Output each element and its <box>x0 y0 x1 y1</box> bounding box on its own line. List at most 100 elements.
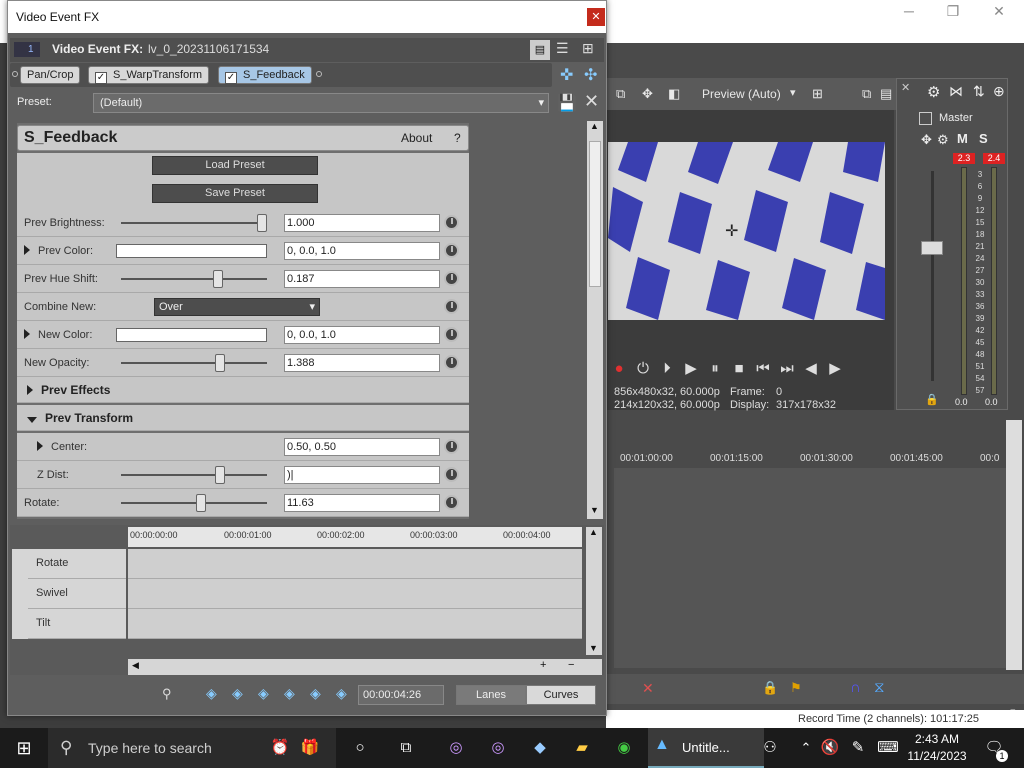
plug-in-chain-icon[interactable]: ✜ <box>560 65 573 85</box>
next-keyframe-icon[interactable]: ◈ <box>258 685 269 702</box>
app-icon-2[interactable]: ◎ <box>486 736 510 760</box>
app-icon-1[interactable]: ◎ <box>444 736 468 760</box>
mixer-options-icon[interactable]: ⊕ <box>993 83 1005 100</box>
record-icon[interactable]: ● <box>610 360 628 378</box>
play-icon[interactable]: ▶ <box>682 360 700 378</box>
minimize-button[interactable]: ─ <box>886 0 932 24</box>
expand-icon[interactable] <box>37 441 43 451</box>
clock-time[interactable]: 2:43 AM <box>913 732 961 746</box>
scroll-up-icon[interactable]: ▲ <box>590 121 599 131</box>
master-checkbox[interactable] <box>919 112 932 125</box>
preview-mode-dropdown[interactable]: Preview (Auto) <box>702 87 781 101</box>
plugin-vscroll[interactable]: ▲ ▼ <box>587 121 603 519</box>
timeline-tracks[interactable] <box>614 468 1006 668</box>
snap-icon[interactable]: ∩ <box>850 679 861 696</box>
slider-thumb[interactable] <box>214 354 225 372</box>
slider-track[interactable] <box>121 278 267 280</box>
animate-clock-icon[interactable] <box>444 299 459 314</box>
task-view-icon[interactable]: ⧉ <box>394 736 418 760</box>
video-preview-image[interactable]: ✛ <box>608 142 885 320</box>
fx-icon[interactable]: ⚙ <box>937 132 949 148</box>
marker-icon[interactable]: ⚑ <box>790 680 802 696</box>
preset-dropdown[interactable]: (Default) ▾ <box>93 93 549 113</box>
scroll-down-icon[interactable]: ▼ <box>590 505 599 515</box>
save-preset-icon[interactable]: 💾 <box>557 93 577 113</box>
cortana-icon[interactable]: ○ <box>348 736 372 760</box>
color-swatch[interactable] <box>116 328 267 342</box>
close-mixer-icon[interactable]: ✕ <box>901 81 910 94</box>
master-fader[interactable] <box>921 241 943 255</box>
prev-frame-icon[interactable]: ◀ <box>802 360 820 378</box>
value-field[interactable]: 11.63 <box>284 494 440 512</box>
start-button[interactable]: ⊞ <box>12 736 36 760</box>
split-icon[interactable]: ✥ <box>642 86 653 102</box>
keyboard-icon[interactable]: ⌨ <box>876 736 900 760</box>
last-keyframe-icon[interactable]: ◈ <box>284 685 295 702</box>
close-button[interactable]: ✕ <box>976 0 1022 24</box>
value-field[interactable]: 1.388 <box>284 354 440 372</box>
curves-button[interactable]: Curves <box>526 685 596 705</box>
add-keyframe-icon[interactable]: ◈ <box>310 685 321 702</box>
solo-button[interactable]: S <box>979 131 988 146</box>
mute-button[interactable]: M <box>957 131 968 146</box>
scroll-thumb[interactable] <box>589 141 601 287</box>
timeline-ruler[interactable]: 00:01:00:00 00:01:15:00 00:01:30:00 00:0… <box>606 450 1006 468</box>
kf-track[interactable] <box>128 579 582 609</box>
view-detail-icon[interactable]: ☰ <box>556 40 569 57</box>
auto-ripple-icon[interactable]: ⧖ <box>874 679 885 696</box>
lock-icon[interactable]: 🔒 <box>762 680 778 696</box>
scroll-left-icon[interactable]: ◀ <box>132 660 139 671</box>
value-field[interactable]: 1.000 <box>284 214 440 232</box>
app-icon-3[interactable]: ◆ <box>528 736 552 760</box>
slider-thumb[interactable] <box>213 270 224 288</box>
delete-icon[interactable]: ✕ <box>642 680 654 697</box>
view-list-icon[interactable]: ▤ <box>530 40 550 60</box>
save-preset-button[interactable]: Save Preset <box>152 184 318 203</box>
gift-icon[interactable]: 🎁 <box>298 736 322 760</box>
go-to-start-icon[interactable]: ⏮ <box>754 360 772 378</box>
kf-hscroll[interactable]: ◀ + − <box>128 659 602 675</box>
chevron-down-icon[interactable]: ▾ <box>790 86 796 99</box>
prev-keyframe-icon[interactable]: ◈ <box>232 685 243 702</box>
expand-icon[interactable] <box>24 245 30 255</box>
remove-plugin-icon[interactable]: ✣ <box>584 65 597 85</box>
value-field[interactable]: )| <box>284 466 440 484</box>
volume-muted-icon[interactable]: 🔇 <box>818 736 842 760</box>
fx-chip-s-feedback[interactable]: ✓ S_Feedback <box>218 66 312 84</box>
section-prev-transform[interactable]: Prev Transform <box>17 405 469 431</box>
kf-track[interactable] <box>128 609 582 639</box>
play-from-start-icon[interactable]: ⏵ <box>658 360 676 378</box>
color-swatch[interactable] <box>116 244 267 258</box>
slider-track[interactable] <box>121 474 267 476</box>
timeline-vscroll[interactable] <box>1006 420 1022 670</box>
alarm-clock-icon[interactable]: ⏰ <box>268 736 292 760</box>
animate-clock-icon[interactable] <box>444 327 459 342</box>
kf-vscroll[interactable]: ▲ ▼ <box>586 527 602 655</box>
pen-icon[interactable]: ✎ <box>846 736 870 760</box>
zoom-in-icon[interactable]: + <box>540 659 546 671</box>
maximize-button[interactable]: ❐ <box>930 0 976 24</box>
stop-icon[interactable]: ■ <box>730 360 748 378</box>
move-icon[interactable]: ✥ <box>921 132 932 148</box>
load-preset-button[interactable]: Load Preset <box>152 156 318 175</box>
animate-clock-icon[interactable] <box>444 467 459 482</box>
dialog-close-button[interactable]: ✕ <box>587 8 605 26</box>
dim-icon[interactable]: ⇅ <box>973 83 985 100</box>
people-icon[interactable]: ⚇ <box>758 736 782 760</box>
lock-icon[interactable]: 🔒 <box>925 393 939 406</box>
search-box[interactable]: ⚲ Type here to search <box>48 728 336 768</box>
pause-icon[interactable]: ⏸ <box>706 360 724 378</box>
value-field[interactable]: 0.187 <box>284 270 440 288</box>
go-to-end-icon[interactable]: ⏭ <box>778 360 796 378</box>
fx-enable-checkbox[interactable]: ✓ <box>95 72 107 84</box>
animate-clock-icon[interactable] <box>444 215 459 230</box>
first-keyframe-icon[interactable]: ◈ <box>206 685 217 702</box>
scroll-up-icon[interactable]: ▲ <box>589 527 598 537</box>
gear-icon[interactable]: ⚙ <box>927 83 940 101</box>
loop-icon[interactable]: ⏻ <box>634 360 652 378</box>
animate-clock-icon[interactable] <box>444 355 459 370</box>
animate-clock-icon[interactable] <box>444 439 459 454</box>
sync-cursor-icon[interactable]: ⚲ <box>162 686 172 702</box>
value-field[interactable]: 0, 0.0, 1.0 <box>284 242 440 260</box>
about-link[interactable]: About <box>401 126 432 150</box>
